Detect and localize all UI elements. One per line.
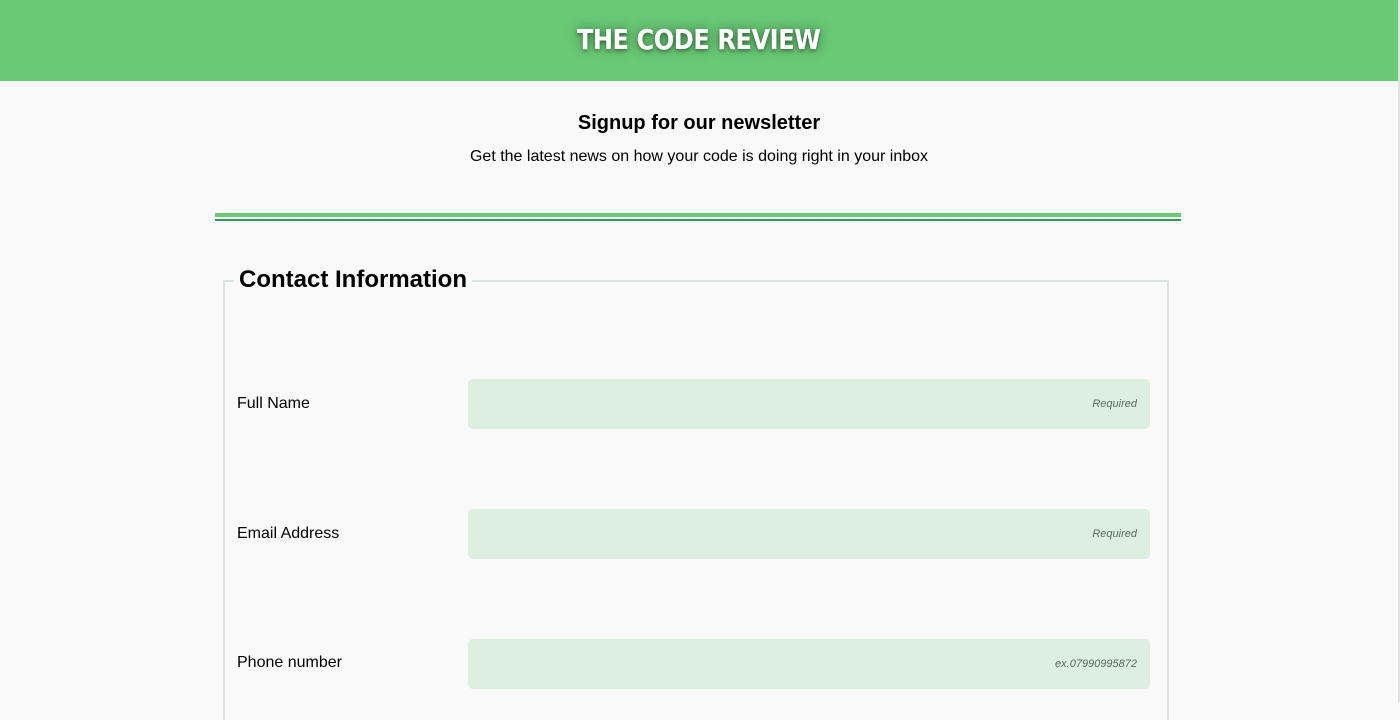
page-subtitle: Get the latest news on how your code is … [469,148,929,165]
section-divider [215,213,1181,222]
phone-number-input[interactable] [468,639,1150,689]
contact-fieldset-legend: Contact Information [234,265,472,295]
page-title: Signup for our newsletter [577,112,821,134]
full-name-label: Full Name [237,395,310,412]
email-address-input[interactable] [468,509,1150,559]
full-name-input[interactable] [468,379,1150,429]
email-address-label: Email Address [237,525,340,542]
phone-number-label: Phone number [237,654,342,671]
divider-line-primary [215,213,1181,217]
site-header: THE CODE REVIEW [0,0,1398,81]
divider-line-secondary [215,219,1181,221]
site-logo-title: THE CODE REVIEW [577,23,821,56]
newsletter-intro: Signup for our newsletter Get the latest… [0,81,1398,167]
